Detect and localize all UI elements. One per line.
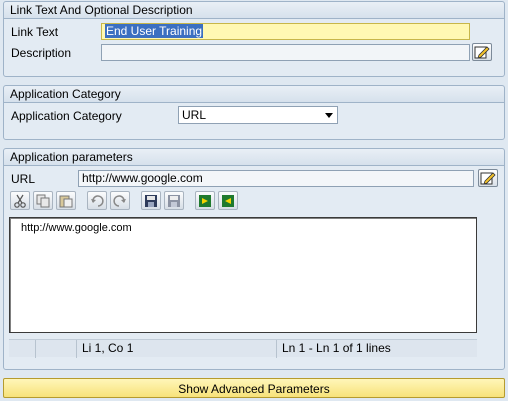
url-field[interactable]: http://www.google.com bbox=[78, 170, 474, 187]
application-category-select[interactable]: URL bbox=[178, 106, 338, 124]
paste-icon bbox=[59, 195, 73, 207]
save-as-icon bbox=[168, 194, 180, 207]
undo-button[interactable] bbox=[87, 191, 107, 210]
download-icon bbox=[222, 194, 234, 207]
application-category-label: Application Category bbox=[11, 109, 122, 123]
redo-button[interactable] bbox=[110, 191, 130, 210]
chevron-down-icon[interactable] bbox=[325, 113, 333, 118]
link-text-label: Link Text bbox=[11, 25, 59, 39]
save-icon bbox=[145, 194, 157, 207]
link-text-value: End User Training bbox=[105, 24, 204, 38]
url-edit-button[interactable] bbox=[478, 169, 498, 187]
editor-text: http://www.google.com bbox=[21, 222, 132, 234]
upload-button[interactable] bbox=[195, 191, 215, 210]
redo-icon bbox=[113, 194, 126, 207]
link-text-field[interactable]: End User Training bbox=[101, 23, 470, 40]
application-category-group: Application Category Application Categor… bbox=[3, 85, 505, 140]
description-edit-button[interactable] bbox=[472, 43, 492, 61]
download-button[interactable] bbox=[218, 191, 238, 210]
link-text-group: Link Text And Optional Description Link … bbox=[3, 1, 505, 77]
show-advanced-parameters-button[interactable]: Show Advanced Parameters bbox=[3, 378, 505, 398]
application-parameters-group-title: Application parameters bbox=[4, 149, 504, 166]
paste-button[interactable] bbox=[56, 191, 76, 210]
status-line-count: Ln 1 - Ln 1 of 1 lines bbox=[276, 340, 476, 358]
edit-pencil-icon bbox=[474, 46, 490, 59]
application-category-value: URL bbox=[182, 108, 207, 122]
description-field[interactable] bbox=[101, 44, 470, 61]
cut-button[interactable] bbox=[10, 191, 30, 210]
undo-icon bbox=[91, 194, 104, 207]
url-label: URL bbox=[11, 172, 36, 186]
editor-status-bar: Li 1, Co 1 Ln 1 - Ln 1 of 1 lines bbox=[9, 339, 477, 358]
status-cell-empty bbox=[35, 340, 75, 358]
save-button[interactable] bbox=[141, 191, 161, 210]
cut-icon bbox=[14, 194, 26, 208]
copy-button[interactable] bbox=[33, 191, 53, 210]
link-text-group-title: Link Text And Optional Description bbox=[4, 2, 504, 19]
status-cursor-position: Li 1, Co 1 bbox=[76, 340, 276, 358]
save-as-button[interactable] bbox=[164, 191, 184, 210]
edit-pencil-icon bbox=[480, 172, 496, 185]
parameters-text-editor[interactable]: http://www.google.com bbox=[9, 217, 477, 333]
copy-icon bbox=[36, 194, 50, 207]
upload-icon bbox=[199, 194, 211, 207]
description-label: Description bbox=[11, 46, 72, 60]
application-category-group-title: Application Category bbox=[4, 86, 504, 103]
